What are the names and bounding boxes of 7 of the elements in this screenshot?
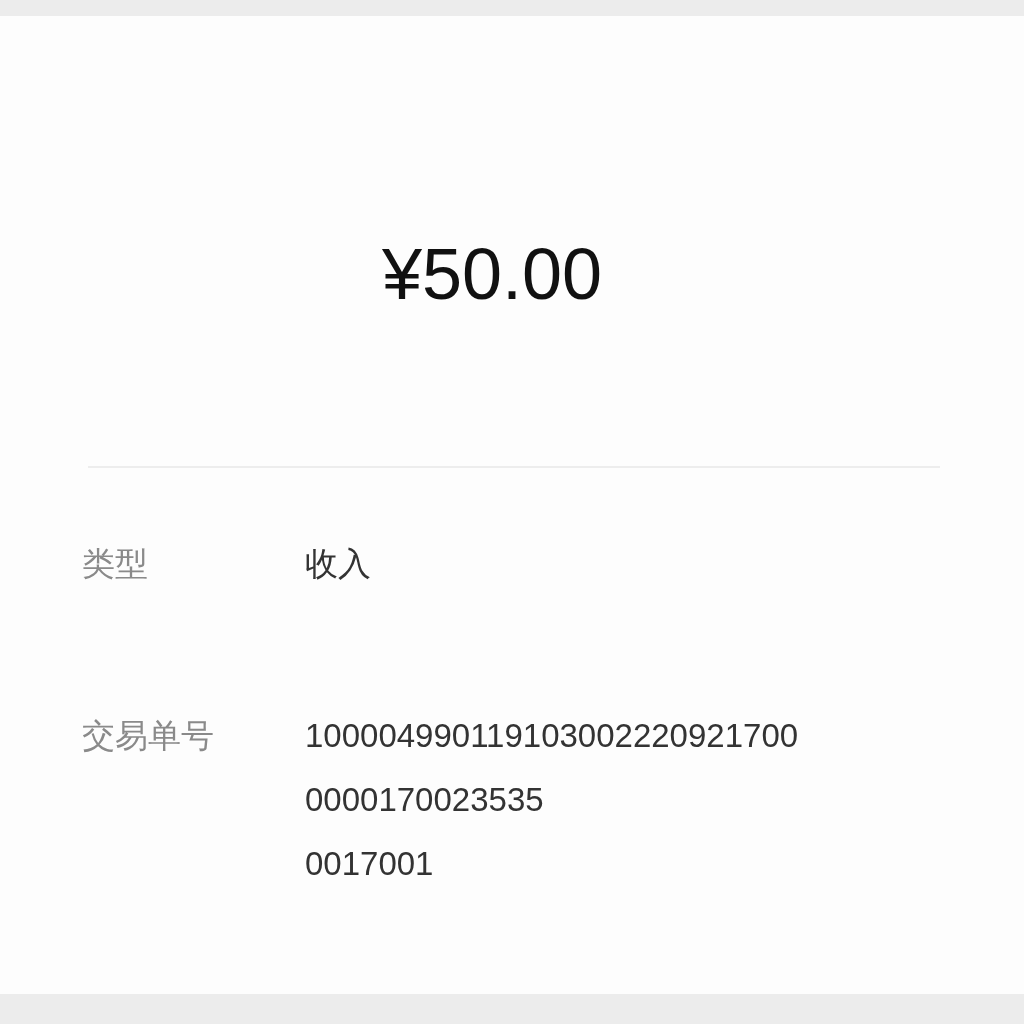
detail-value: 100004990119103002220921700 bbox=[305, 716, 799, 756]
amount-text: ¥50.00 bbox=[381, 234, 603, 314]
detail-value: 0000170023535 bbox=[305, 780, 545, 820]
detail-value: 收入 bbox=[305, 544, 371, 584]
detail-label: 交易单号 bbox=[82, 716, 215, 756]
detail-value: 0017001 bbox=[305, 844, 435, 884]
detail-label: 类型 bbox=[82, 544, 149, 584]
